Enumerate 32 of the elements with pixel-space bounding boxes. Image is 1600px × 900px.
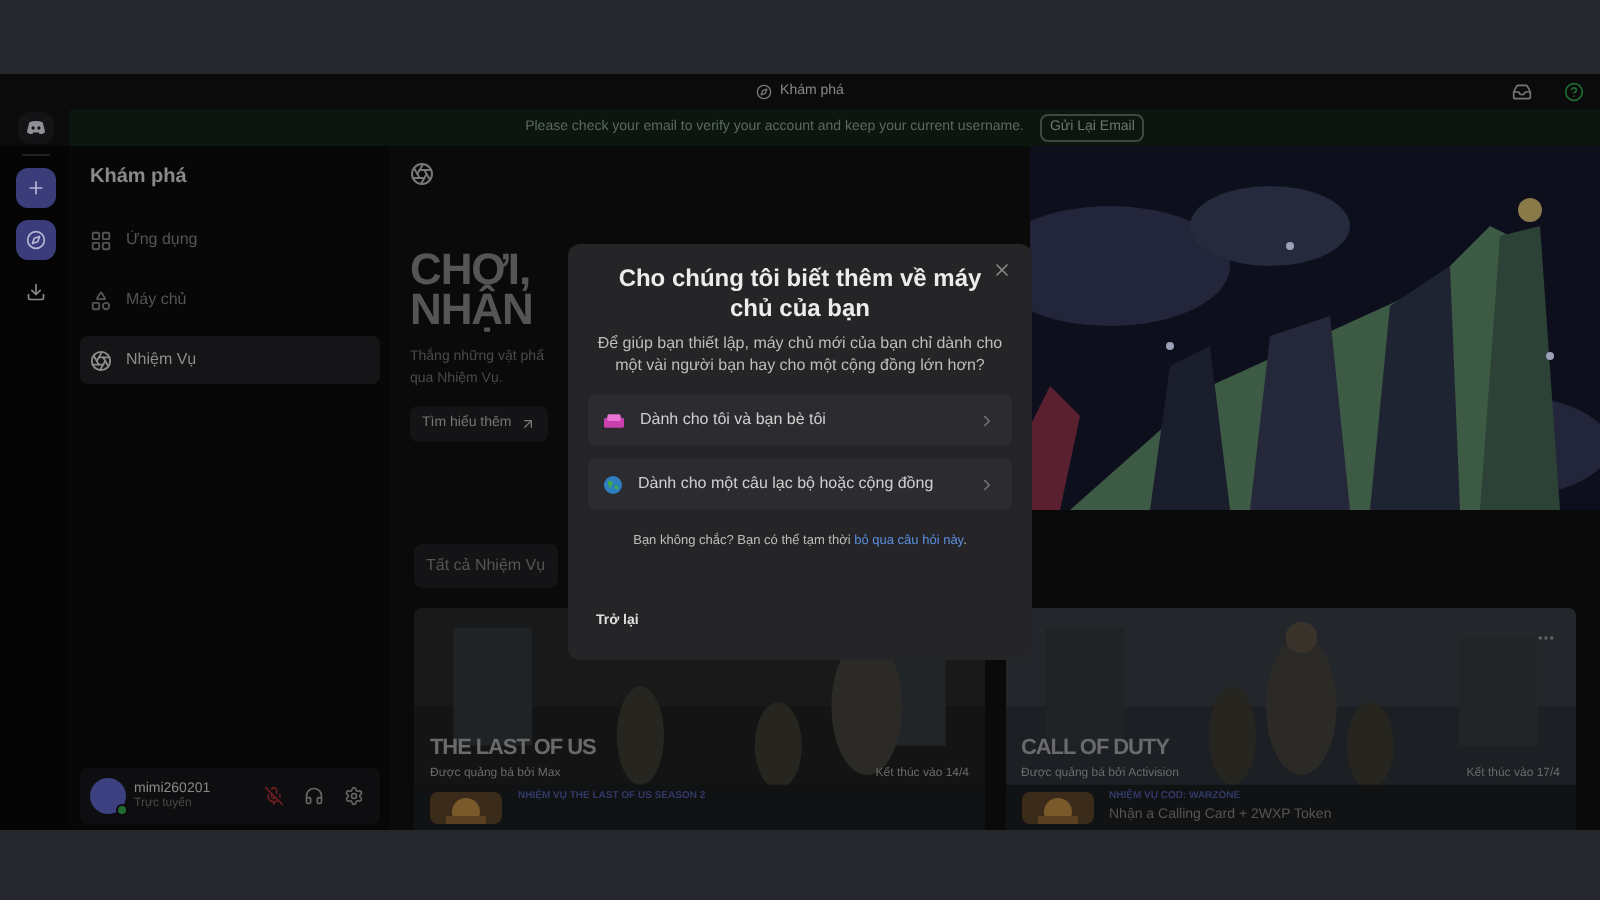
compass-icon bbox=[756, 84, 773, 100]
discord-logo-icon[interactable] bbox=[17, 112, 53, 144]
globe-icon bbox=[604, 475, 622, 493]
quest-icon bbox=[410, 162, 434, 186]
all-quests-tab[interactable]: Tất cả Nhiệm Vụ bbox=[414, 544, 558, 588]
quest-icon bbox=[90, 349, 112, 371]
shapes-icon bbox=[90, 289, 112, 311]
chevron-icon bbox=[978, 475, 996, 493]
settings-icon[interactable] bbox=[344, 786, 364, 806]
close-icon[interactable] bbox=[992, 260, 1012, 280]
inbox-icon[interactable] bbox=[1512, 82, 1532, 102]
modal-title: Cho chúng tôi biết thêm về máy chủ của bạn bbox=[616, 264, 984, 324]
chevron-icon bbox=[978, 411, 996, 429]
hero-heading: NHẬN bbox=[410, 289, 533, 330]
apps-icon bbox=[90, 229, 112, 251]
option-button[interactable]: Dành cho một câu lạc bộ hoặc cộng đồng bbox=[588, 458, 1012, 510]
arrow-icon bbox=[519, 415, 536, 432]
plus-icon bbox=[25, 178, 45, 198]
avatar[interactable] bbox=[90, 778, 126, 814]
compass-icon bbox=[25, 230, 45, 250]
modal-description: Để giúp bạn thiết lập, máy chủ mới của bạn chỉ dành cho một vài người bạn hay cho một cộng đồng lớn hơn? bbox=[595, 332, 1005, 376]
sidebar-item[interactable]: Ứng dụng bbox=[80, 216, 380, 264]
sidebar-item[interactable]: Nhiệm Vụ bbox=[80, 336, 380, 384]
discover-button[interactable] bbox=[15, 220, 55, 260]
headphones-icon[interactable] bbox=[304, 786, 324, 806]
download-icon bbox=[25, 282, 45, 302]
sidebar-item[interactable]: Máy chủ bbox=[80, 276, 380, 324]
couch-icon bbox=[604, 413, 624, 427]
add-server-button[interactable] bbox=[15, 168, 55, 208]
sidebar-title: Khám phá bbox=[88, 164, 189, 192]
help-icon[interactable] bbox=[1564, 82, 1584, 102]
option-button[interactable]: Dành cho tôi và bạn bè tôi bbox=[588, 394, 1012, 446]
